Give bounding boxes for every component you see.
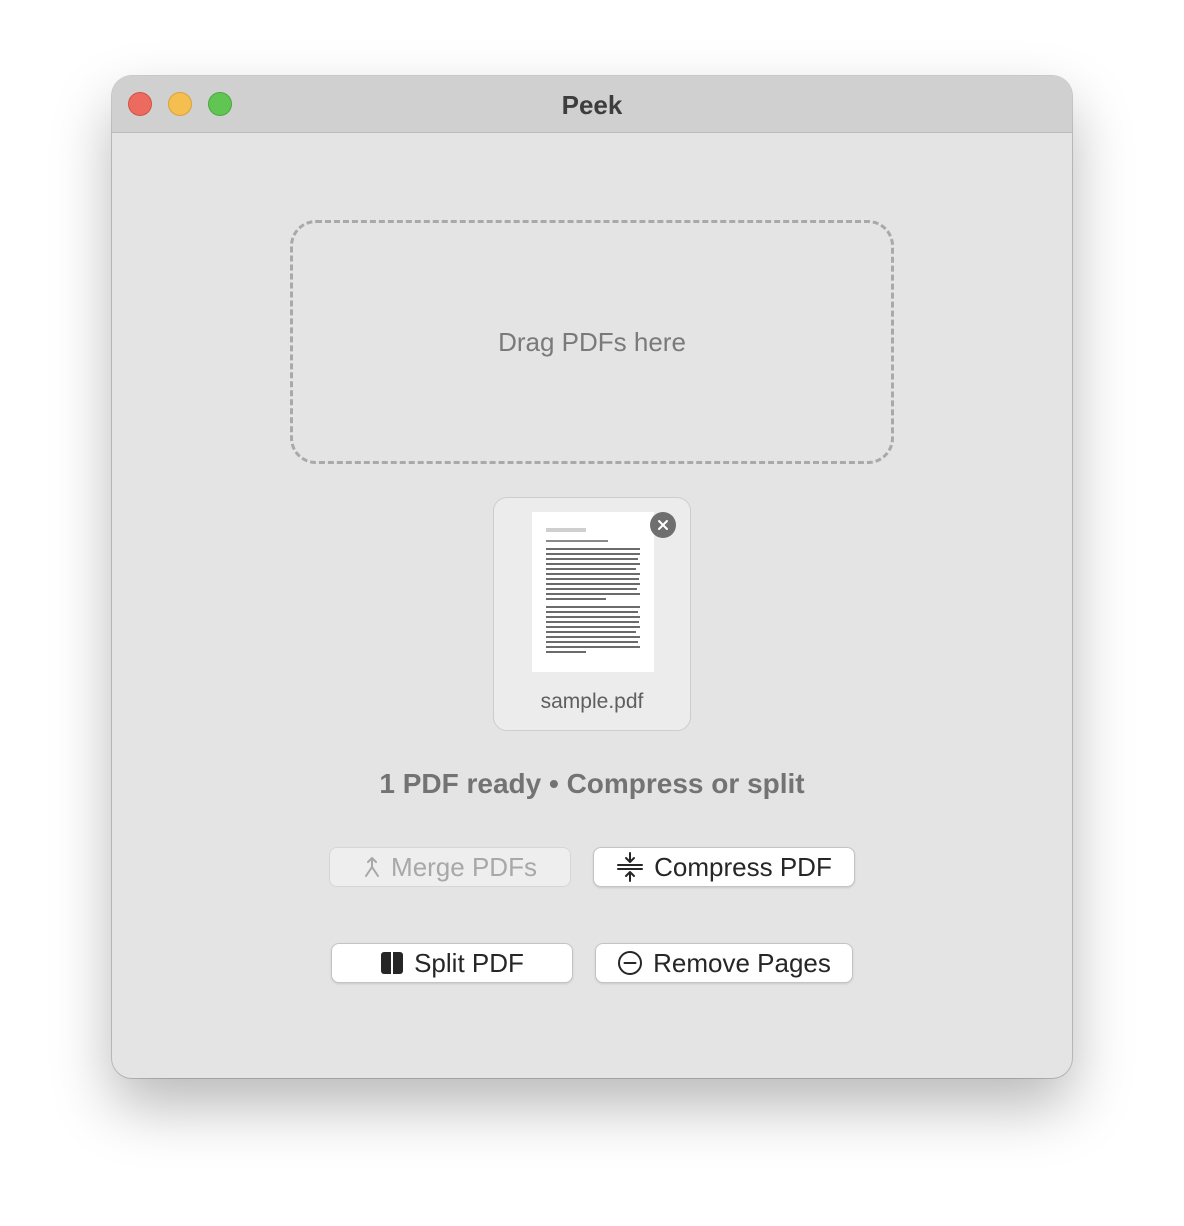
file-card[interactable]: sample.pdf <box>493 497 691 731</box>
split-icon <box>380 951 404 975</box>
split-pdf-button[interactable]: Split PDF <box>331 943 573 983</box>
drop-zone-label: Drag PDFs here <box>498 326 686 357</box>
pdf-drop-zone[interactable]: Drag PDFs here <box>290 220 894 464</box>
window-title: Peek <box>561 90 623 120</box>
thumbnail-text-line <box>546 631 636 633</box>
thumbnail-text-line <box>546 616 640 618</box>
thumbnail-text-line <box>546 588 637 590</box>
thumbnail-text-line <box>546 621 639 623</box>
thumbnail-text-line <box>546 573 640 575</box>
merge-pdfs-label: Merge PDFs <box>391 851 537 882</box>
title-bar[interactable]: Peek <box>112 76 1072 133</box>
thumbnail-text-line <box>546 553 640 555</box>
thumbnail-text-line <box>546 578 639 580</box>
split-pdf-label: Split PDF <box>414 947 524 978</box>
compress-icon <box>616 852 644 882</box>
file-name: sample.pdf <box>540 690 644 713</box>
thumbnail-text-line <box>546 636 640 638</box>
thumbnail-text-line <box>546 598 606 600</box>
thumbnail-text-line <box>546 606 640 608</box>
thumbnail-text-line <box>546 558 638 560</box>
thumbnail-text-line <box>546 646 640 648</box>
pdf-thumbnail <box>532 512 654 672</box>
thumbnail-text-line <box>546 626 640 628</box>
merge-pdfs-button[interactable]: Merge PDFs <box>329 847 571 887</box>
close-icon <box>658 520 668 530</box>
thumbnail-heading <box>546 528 586 532</box>
thumbnail-text-line <box>546 641 638 643</box>
thumbnail-text-line <box>546 611 638 613</box>
minus-circle-icon <box>617 950 643 976</box>
thumbnail-text-line <box>546 563 640 565</box>
thumbnail-text-line <box>546 651 586 653</box>
compress-pdf-label: Compress PDF <box>654 851 832 882</box>
status-text: 1 PDF ready • Compress or split <box>379 768 805 799</box>
thumbnail-text-line <box>546 548 640 550</box>
app-window: Peek Drag PDFs here sample.pdf 1 PDF rea… <box>112 76 1072 1078</box>
thumbnail-text-line <box>546 568 636 570</box>
thumbnail-text-line <box>546 593 640 595</box>
remove-pages-button[interactable]: Remove Pages <box>595 943 853 983</box>
compress-pdf-button[interactable]: Compress PDF <box>593 847 855 887</box>
thumbnail-text-line <box>546 583 640 585</box>
remove-pages-label: Remove Pages <box>653 947 831 978</box>
merge-icon <box>363 856 381 878</box>
thumbnail-text-line <box>546 540 608 542</box>
remove-file-button[interactable] <box>650 512 676 538</box>
